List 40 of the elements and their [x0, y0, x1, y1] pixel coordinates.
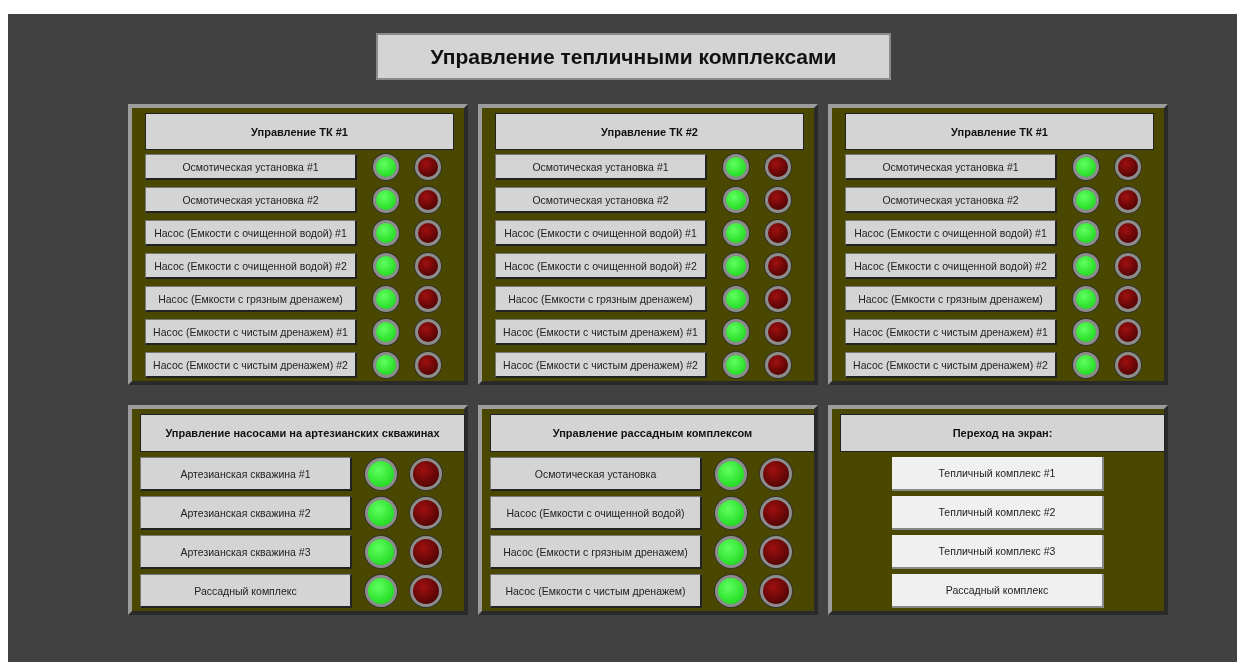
device-button[interactable]: Насос (Емкости с очищенной водой): [490, 496, 702, 530]
device-button[interactable]: Насос (Емкости с очищенной водой) #2: [145, 253, 357, 279]
device-button[interactable]: Осмотическая установка #2: [145, 187, 357, 213]
device-button[interactable]: Насос (Емкости с чистым дренажем) #1: [145, 319, 357, 345]
device-button[interactable]: Осмотическая установка #1: [845, 154, 1057, 180]
device-button[interactable]: Насос (Емкости с грязным дренажем): [845, 286, 1057, 312]
panel-header: Управление рассадным комплексом: [490, 414, 815, 452]
device-button[interactable]: Артезианская скважина #2: [140, 496, 352, 530]
device-button[interactable]: Насос (Емкости с грязным дренажем): [145, 286, 357, 312]
panel-header: Управление насосами на артезианских скважинах: [140, 414, 465, 452]
device-button[interactable]: Осмотическая установка #1: [145, 154, 357, 180]
device-button[interactable]: Насос (Емкости с чистым дренажем) #2: [145, 352, 357, 378]
device-button[interactable]: Насос (Емкости с грязным дренажем): [495, 286, 707, 312]
device-button[interactable]: Осмотическая установка #2: [845, 187, 1057, 213]
screen-button[interactable]: Тепличный комплекс #1: [892, 457, 1104, 491]
device-button[interactable]: Осмотическая установка: [490, 457, 702, 491]
screen-button[interactable]: Тепличный комплекс #3: [892, 535, 1104, 569]
device-button[interactable]: Артезианская скважина #3: [140, 535, 352, 569]
device-button[interactable]: Осмотическая установка #2: [495, 187, 707, 213]
device-button[interactable]: Насос (Емкости с очищенной водой) #2: [495, 253, 707, 279]
screen-button[interactable]: Тепличный комплекс #2: [892, 496, 1104, 530]
device-button[interactable]: Насос (Емкости с чистым дренажем) #1: [495, 319, 707, 345]
device-button[interactable]: Насос (Емкости с чистым дренажем) #2: [495, 352, 707, 378]
device-button[interactable]: Насос (Емкости с очищенной водой) #1: [145, 220, 357, 246]
panel-header: Управление ТК #2: [495, 113, 804, 150]
panel-header: Переход на экран:: [840, 414, 1165, 452]
device-button[interactable]: Насос (Емкости с чистым дренажем) #2: [845, 352, 1057, 378]
screen-button[interactable]: Рассадный комплекс: [892, 574, 1104, 608]
device-button[interactable]: Насос (Емкости с очищенной водой) #2: [845, 253, 1057, 279]
device-button[interactable]: Рассадный комплекс: [140, 574, 352, 608]
panel-header: Управление ТК #1: [145, 113, 454, 150]
device-button[interactable]: Насос (Емкости с очищенной водой) #1: [845, 220, 1057, 246]
device-button[interactable]: Насос (Емкости с очищенной водой) #1: [495, 220, 707, 246]
page-title: Управление тепличными комплексами: [376, 33, 891, 80]
device-button[interactable]: Насос (Емкости с чистым дренажем): [490, 574, 702, 608]
device-button[interactable]: Насос (Емкости с чистым дренажем) #1: [845, 319, 1057, 345]
device-button[interactable]: Артезианская скважина #1: [140, 457, 352, 491]
panel-header: Управление ТК #1: [845, 113, 1154, 150]
device-button[interactable]: Насос (Емкости с грязным дренажем): [490, 535, 702, 569]
device-button[interactable]: Осмотическая установка #1: [495, 154, 707, 180]
